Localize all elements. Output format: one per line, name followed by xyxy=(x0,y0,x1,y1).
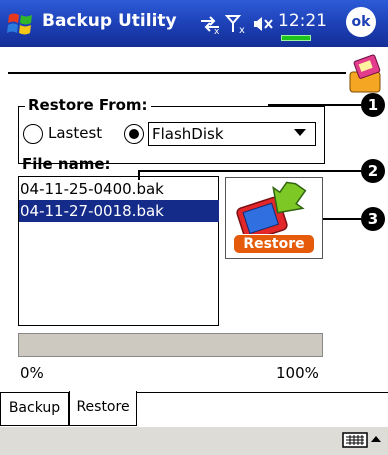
progress-min-label: 0% xyxy=(20,364,44,382)
restore-from-label: Restore From: xyxy=(25,96,151,114)
svg-text:x: x xyxy=(239,25,245,35)
lastest-radio-label[interactable]: Lastest xyxy=(48,124,102,142)
callout-1: 1 xyxy=(361,93,385,117)
file-name-label: File name: xyxy=(22,155,111,173)
svg-text:x: x xyxy=(214,27,220,35)
tab-restore[interactable]: Restore xyxy=(69,391,137,426)
windows-start-icon[interactable] xyxy=(6,9,36,39)
callout-3: 3 xyxy=(361,207,385,231)
clock[interactable]: 12:21 xyxy=(278,11,327,31)
restore-button-label[interactable]: Restore xyxy=(233,234,315,254)
lastest-radio[interactable] xyxy=(23,124,43,144)
restore-source-dropdown[interactable]: FlashDisk xyxy=(148,122,316,146)
keyboard-icon[interactable] xyxy=(342,431,368,449)
ok-button[interactable]: ok xyxy=(346,7,376,37)
sync-icon[interactable]: x xyxy=(198,13,222,35)
file-list-item-selected[interactable]: 04-11-27-0018.bak xyxy=(19,200,219,222)
backup-utility-logo-icon xyxy=(349,54,381,93)
progress-bar xyxy=(18,333,323,357)
progress-max-label: 100% xyxy=(276,364,319,382)
callout-line xyxy=(138,170,140,180)
callout-line xyxy=(323,218,361,220)
input-panel-arrow-icon[interactable] xyxy=(371,436,381,442)
file-list-item[interactable]: 04-11-25-0400.bak xyxy=(19,178,219,200)
file-list[interactable]: 04-11-25-0400.bak 04-11-27-0018.bak xyxy=(18,176,219,326)
bottom-menu-bar xyxy=(0,426,388,455)
device-radio-selected-dot xyxy=(129,129,139,139)
volume-icon[interactable] xyxy=(252,13,276,35)
tab-backup[interactable]: Backup xyxy=(0,393,69,426)
signal-icon[interactable]: x xyxy=(225,13,249,35)
callout-line xyxy=(268,104,361,106)
app-title: Backup Utility xyxy=(42,11,177,31)
callout-line xyxy=(138,170,361,172)
callout-2: 2 xyxy=(361,159,385,183)
chevron-down-icon[interactable] xyxy=(294,129,306,136)
header-divider xyxy=(8,72,346,74)
battery-indicator xyxy=(281,35,311,41)
